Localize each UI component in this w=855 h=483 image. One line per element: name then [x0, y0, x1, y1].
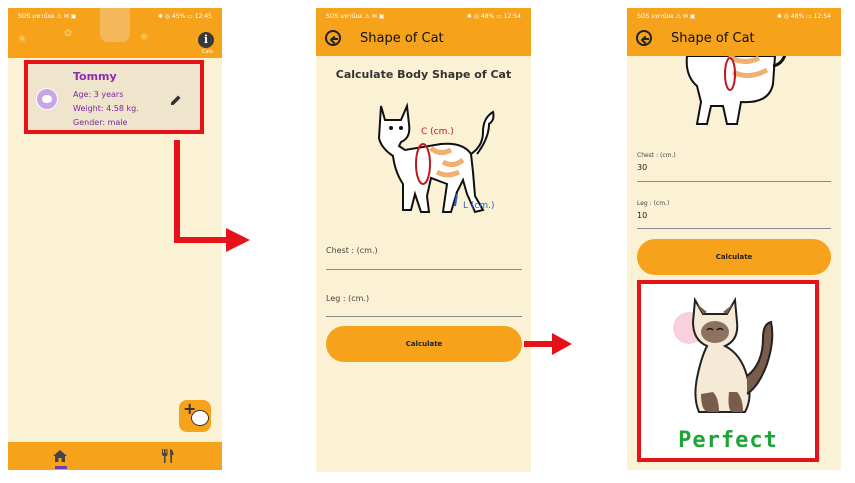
page-title: Shape of Cat — [671, 31, 755, 46]
leg-diagram-label: L (cm.) — [463, 201, 494, 211]
add-cat-button[interactable]: + — [179, 399, 211, 432]
result-text: Perfect — [678, 428, 778, 453]
status-bar: SOS แทาน์ยอ ⚠ ✉ ▣ ✱ ◎ 48% ▭ 12:54 — [316, 8, 531, 24]
back-icon[interactable] — [636, 30, 652, 46]
chest-field-label: Chest : (cm.) — [637, 152, 676, 159]
result-cat-image — [673, 296, 774, 413]
app-header: SOS แทาน์ยอ ⚠ ✉ ▣ ✱ ◎ 48% ▭ 12:54 Shape … — [316, 8, 531, 56]
calculate-button[interactable]: Calculate — [326, 326, 522, 362]
shape-result-screen: SOS แทาน์ยอ ⚠ ✉ ▣ ✱ ◎ 48% ▭ 12:54 Shape … — [627, 8, 841, 470]
chest-input-line — [637, 181, 831, 182]
cat-paw-decoration — [100, 8, 130, 42]
status-left: SOS แทาน์ยอ ⚠ ✉ ▣ — [18, 13, 77, 20]
status-left: SOS แทาน์ยอ ⚠ ✉ ▣ — [326, 13, 385, 20]
cat-gender: Gender: male — [73, 118, 128, 127]
result-panel: Perfect — [637, 280, 819, 462]
cat-name: Tommy — [73, 70, 117, 83]
status-bar: SOS แทาน์ยอ ⚠ ✉ ▣ ✱ ◎ 48% ▭ 12:54 — [627, 8, 841, 24]
chest-diagram-label: C (cm.) — [421, 127, 454, 137]
app-header: SOS แทาน์ยอ ⚠ ✉ ▣ ✱ ◎ 48% ▭ 12:54 Shape … — [627, 8, 841, 56]
info-icon[interactable]: i — [198, 32, 214, 48]
section-heading: Calculate Body Shape of Cat — [335, 68, 512, 81]
food-icon[interactable] — [161, 449, 175, 463]
cat-face-icon — [191, 410, 209, 426]
cat-measure-diagram-partial — [685, 46, 789, 125]
edit-icon[interactable] — [170, 94, 182, 106]
cat-weight: Weight: 4.58 kg. — [73, 104, 139, 113]
home-icon[interactable] — [53, 450, 67, 462]
status-right: ✱ ◎ 48% ▭ 12:54 — [776, 12, 831, 20]
info-caption: Cats — [201, 49, 213, 55]
home-tab-indicator — [55, 466, 67, 469]
status-right: ✱ ◎ 48% ▭ 12:54 — [466, 12, 521, 20]
paw-decoration-icon: ❀ — [140, 32, 149, 43]
chest-field-label: Chest : (cm.) — [326, 246, 378, 255]
cat-measure-diagram: C (cm.) L (cm.) — [377, 102, 495, 214]
leg-field-label: Leg : (cm.) — [326, 294, 370, 303]
paw-decoration-icon: ✿ — [64, 28, 73, 39]
leg-input[interactable] — [326, 316, 522, 317]
cat-card[interactable]: Tommy Age: 3 years Weight: 4.58 kg. Gend… — [24, 60, 204, 134]
leg-field-label: Leg : (cm.) — [637, 200, 670, 207]
paw-decoration-icon: ❀ — [18, 34, 27, 45]
back-icon[interactable] — [325, 30, 341, 46]
calculate-button[interactable]: Calculate — [637, 239, 831, 275]
flow-arrow-1 — [174, 140, 250, 252]
leg-value[interactable]: 10 — [637, 211, 647, 220]
bottom-nav — [8, 442, 222, 470]
flow-arrow-2 — [524, 333, 572, 355]
cat-age: Age: 3 years — [73, 90, 124, 99]
chest-value[interactable]: 30 — [637, 163, 647, 172]
chest-input[interactable] — [326, 269, 522, 270]
cat-avatar — [36, 88, 58, 110]
page-title: Shape of Cat — [360, 31, 444, 46]
status-left: SOS แทาน์ยอ ⚠ ✉ ▣ — [637, 13, 696, 20]
top-bar: SOS แทาน์ยอ ⚠ ✉ ▣ ✱ ◎ 45% ▭ 12:45 ❀ ✿ ❀ … — [8, 8, 222, 58]
status-right: ✱ ◎ 45% ▭ 12:45 — [157, 12, 212, 20]
shape-input-screen: SOS แทาน์ยอ ⚠ ✉ ▣ ✱ ◎ 48% ▭ 12:54 Shape … — [316, 8, 531, 472]
leg-input-line — [637, 228, 831, 229]
